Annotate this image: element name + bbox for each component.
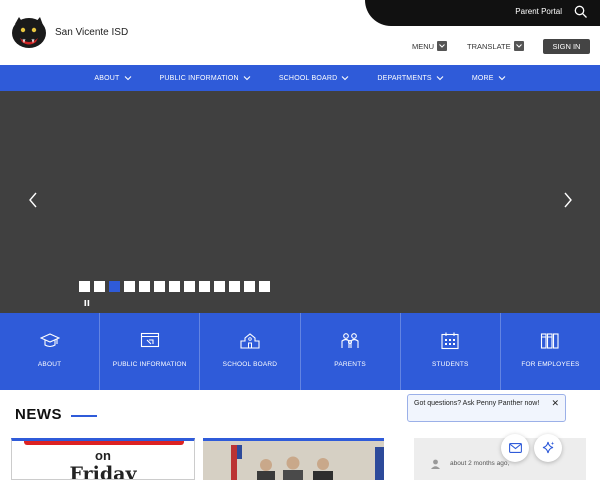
- carousel-dot[interactable]: [184, 281, 195, 292]
- site-header: Parent Portal San Vicente ISD MENU TRANS…: [0, 0, 600, 65]
- carousel-dot[interactable]: [139, 281, 150, 292]
- quick-link-label: PARENTS: [334, 361, 366, 368]
- chevron-down-icon: [513, 41, 524, 51]
- pause-icon[interactable]: [84, 300, 90, 306]
- menu-button[interactable]: MENU: [412, 41, 448, 51]
- mail-button[interactable]: [501, 434, 529, 462]
- books-icon: [541, 333, 559, 349]
- district-name[interactable]: San Vicente ISD: [55, 27, 128, 38]
- nav-item-departments[interactable]: DEPARTMENTS: [363, 75, 457, 82]
- family-icon: [341, 333, 359, 348]
- nav-item-more[interactable]: MORE: [458, 75, 520, 82]
- chevron-down-icon: [498, 76, 506, 81]
- carousel-dot[interactable]: [94, 281, 105, 292]
- menu-label: MENU: [412, 41, 435, 51]
- carousel-dot[interactable]: [124, 281, 135, 292]
- quick-link-school-board[interactable]: SCHOOL BOARD: [200, 313, 301, 390]
- news-card[interactable]: on Friday: [11, 438, 195, 480]
- news-card-image: [24, 441, 184, 445]
- translate-button[interactable]: TRANSLATE: [467, 41, 524, 51]
- translate-label: TRANSLATE: [467, 41, 511, 51]
- chevron-down-icon: [341, 76, 349, 81]
- carousel-dot[interactable]: [199, 281, 210, 292]
- carousel-dots: [79, 281, 270, 292]
- quick-link-label: SCHOOL BOARD: [222, 361, 278, 368]
- panther-logo[interactable]: [10, 14, 48, 50]
- carousel-dot[interactable]: [214, 281, 225, 292]
- quick-link-about[interactable]: ABOUT: [0, 313, 101, 390]
- carousel-dot[interactable]: [109, 281, 120, 292]
- nav-item-label: DEPARTMENTS: [377, 74, 432, 82]
- quick-link-label: PUBLIC INFORMATION: [112, 361, 187, 368]
- main-nav: ABOUT PUBLIC INFORMATION SCHOOL BOARD DE…: [0, 65, 600, 91]
- news-card-image-text: on: [95, 448, 111, 463]
- quick-link-for-employees[interactable]: FOR EMPLOYEES: [501, 313, 600, 390]
- carousel-dot[interactable]: [169, 281, 180, 292]
- monitor-icon: [140, 332, 159, 348]
- nav-item-about[interactable]: ABOUT: [80, 75, 145, 82]
- graduation-cap-icon: [39, 333, 60, 348]
- user-icon: [431, 459, 440, 469]
- news-card-image-text: Friday: [69, 463, 137, 480]
- chevron-down-icon: [436, 76, 444, 81]
- hero-carousel: [0, 91, 600, 313]
- carousel-dot[interactable]: [259, 281, 270, 292]
- quick-link-label: FOR EMPLOYEES: [521, 361, 580, 368]
- parent-portal-link[interactable]: Parent Portal: [515, 7, 562, 16]
- calendar-icon: [441, 332, 459, 350]
- nav-item-school-board[interactable]: SCHOOL BOARD: [265, 75, 364, 82]
- nav-item-label: ABOUT: [94, 74, 120, 82]
- nav-item-label: SCHOOL BOARD: [278, 74, 338, 82]
- news-card-photo: [203, 441, 384, 480]
- quick-link-parents[interactable]: PARENTS: [301, 313, 401, 390]
- carousel-dot[interactable]: [244, 281, 255, 292]
- chevron-right-icon[interactable]: [563, 192, 573, 208]
- school-building-icon: [240, 333, 260, 349]
- quick-link-label: STUDENTS: [431, 361, 469, 368]
- news-card-meta: about 2 months ago,: [450, 460, 510, 467]
- quick-link-students[interactable]: STUDENTS: [401, 313, 501, 390]
- sign-in-button[interactable]: SIGN IN: [543, 39, 590, 54]
- chatbot-prompt[interactable]: Got questions? Ask Penny Panther now! ✕: [407, 394, 566, 422]
- chevron-left-icon[interactable]: [28, 192, 38, 208]
- nav-item-public-information[interactable]: PUBLIC INFORMATION: [146, 75, 265, 82]
- news-heading-underline: [71, 415, 97, 417]
- carousel-dot[interactable]: [79, 281, 90, 292]
- chevron-down-icon: [437, 41, 448, 51]
- search-icon[interactable]: [574, 5, 588, 19]
- chatbot-prompt-text: Got questions? Ask Penny Panther now!: [414, 400, 540, 407]
- mail-icon: [508, 443, 522, 453]
- sparkle-icon: [542, 441, 555, 454]
- carousel-dot[interactable]: [229, 281, 240, 292]
- quick-link-public-information[interactable]: PUBLIC INFORMATION: [100, 313, 201, 390]
- chevron-down-icon: [243, 76, 251, 81]
- quick-links: ABOUT PUBLIC INFORMATION SCHOOL BOARD PA…: [0, 313, 600, 390]
- carousel-dot[interactable]: [154, 281, 165, 292]
- news-heading: NEWS: [15, 406, 62, 423]
- utility-bar: Parent Portal: [365, 0, 600, 26]
- ai-assistant-button[interactable]: [534, 434, 562, 462]
- nav-item-label: MORE: [471, 74, 494, 82]
- nav-item-label: PUBLIC INFORMATION: [159, 74, 239, 82]
- chevron-down-icon: [124, 76, 131, 81]
- close-icon[interactable]: ✕: [551, 398, 559, 408]
- quick-link-label: ABOUT: [37, 361, 62, 368]
- news-card[interactable]: [203, 438, 384, 480]
